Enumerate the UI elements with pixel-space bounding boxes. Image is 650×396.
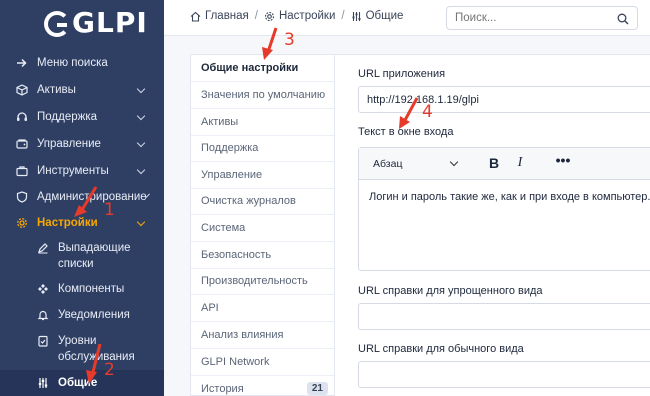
annotation-number-1: 1: [104, 200, 115, 220]
briefcase-icon: [16, 165, 28, 177]
paragraph-format-value: Абзац: [373, 158, 403, 170]
sidebar-item-label: Поддержка: [37, 111, 97, 123]
tab-assets[interactable]: Активы: [191, 109, 334, 136]
breadcrumb-separator: /: [254, 10, 258, 22]
tab-impact-analysis[interactable]: Анализ влияния: [191, 322, 334, 349]
more-options-button[interactable]: •••: [554, 152, 572, 168]
arrow-right-icon: [16, 57, 28, 69]
tab-glpi-network[interactable]: GLPI Network: [191, 349, 334, 376]
annotation-arrow-1: [74, 186, 98, 217]
breadcrumb-separator: /: [341, 10, 345, 22]
gear-icon: [264, 11, 275, 22]
tab-management[interactable]: Управление: [191, 162, 334, 189]
sidebar-item-support[interactable]: Поддержка: [0, 104, 164, 130]
sidebar-subitem-label-line1: Выпадающие: [58, 242, 131, 254]
italic-button[interactable]: I: [511, 155, 529, 171]
tab-default-values[interactable]: Значения по умолчанию: [191, 82, 334, 109]
tab-history[interactable]: История 21: [191, 376, 334, 396]
breadcrumb-home[interactable]: Главная: [205, 10, 249, 22]
history-count-badge: 21: [306, 382, 328, 395]
sidebar-subitem-dropdowns[interactable]: Выпадающие списки: [0, 240, 164, 272]
breadcrumb-settings[interactable]: Настройки: [279, 10, 335, 22]
tab-api[interactable]: API: [191, 295, 334, 322]
home-icon: [190, 11, 201, 22]
chevron-down-icon: [136, 165, 146, 174]
wallet-icon: [16, 138, 28, 150]
annotation-number-4: 4: [422, 102, 433, 122]
chevron-down-icon: [136, 84, 146, 93]
breadcrumb: Главная / Настройки / Общие: [190, 10, 403, 22]
chevron-down-icon: [136, 138, 146, 147]
simplified-help-url-label: URL справки для упрощенного вида: [358, 285, 543, 297]
sidebar-subitem-label: Уведомления: [58, 309, 130, 321]
edit-icon: [37, 242, 49, 254]
headset-icon: [16, 111, 28, 123]
login-text-editor: Абзац B I ••• Логин и пароль такие же, к…: [358, 147, 650, 271]
search-icon[interactable]: [617, 12, 629, 25]
sidebar-item-label: Активы: [37, 84, 76, 96]
chevron-down-icon: [136, 217, 146, 226]
annotation-arrow-4: [399, 97, 419, 129]
chevron-down-icon: [449, 157, 459, 167]
sliders-icon: [37, 377, 49, 389]
standard-help-url-input[interactable]: [358, 361, 650, 388]
tab-assistance[interactable]: Поддержка: [191, 135, 334, 162]
global-search: [446, 6, 638, 30]
search-input[interactable]: [447, 7, 607, 29]
tab-security[interactable]: Безопасность: [191, 242, 334, 269]
cube-icon: [16, 84, 28, 96]
general-setup-form: URL приложения http://192.168.1.19/glpi …: [335, 54, 650, 396]
sidebar-subitem-label: Компоненты: [58, 283, 125, 295]
sidebar-subitem-plugins[interactable]: Компоненты: [0, 281, 164, 297]
annotation-number-3: 3: [284, 30, 295, 50]
shield-icon: [16, 191, 28, 203]
bell-icon: [37, 309, 49, 321]
settings-tabs: Общие настройки Значения по умолчанию Ак…: [190, 54, 335, 396]
sidebar-item-label: Управление: [37, 138, 101, 150]
sliders-icon: [351, 11, 362, 22]
breadcrumb-general[interactable]: Общие: [366, 10, 404, 22]
checklist-icon: [37, 335, 49, 347]
top-header: Главная / Настройки / Общие: [164, 0, 650, 36]
sidebar-subitem-label-line2: списки: [58, 258, 94, 270]
sidebar-item-search-menu[interactable]: Меню поиска: [0, 50, 164, 76]
chevron-down-icon: [136, 111, 146, 120]
tab-logs-purge[interactable]: Очистка журналов: [191, 188, 334, 215]
annotation-number-2: 2: [104, 360, 115, 380]
standard-help-url-label: URL справки для обычного вида: [358, 343, 524, 355]
sidebar-item-tools[interactable]: Инструменты: [0, 158, 164, 184]
sidebar-item-label: Меню поиска: [37, 57, 108, 69]
sidebar-item-management[interactable]: Управление: [0, 131, 164, 157]
logo-g-mark: [44, 11, 70, 37]
annotation-arrow-3: [262, 27, 278, 60]
sidebar-item-label: Инструменты: [37, 165, 109, 177]
tab-history-label: История: [201, 383, 244, 395]
sidebar-item-assets[interactable]: Активы: [0, 77, 164, 103]
simplified-help-url-input[interactable]: [358, 303, 650, 330]
puzzle-icon: [37, 283, 49, 295]
glpi-logo[interactable]: GLPI: [44, 5, 148, 39]
app-url-label: URL приложения: [358, 68, 446, 80]
tab-performance[interactable]: Производительность: [191, 268, 334, 295]
bold-button[interactable]: B: [485, 155, 503, 171]
sidebar-subitem-notifications[interactable]: Уведомления: [0, 307, 164, 323]
tab-system[interactable]: Система: [191, 215, 334, 242]
gear-icon: [16, 217, 28, 229]
paragraph-format-select[interactable]: Абзац: [363, 153, 463, 175]
editor-toolbar: Абзац B I •••: [359, 148, 650, 180]
logo-text: GLPI: [72, 5, 148, 39]
editor-content[interactable]: Логин и пароль такие же, как и при входе…: [369, 191, 650, 203]
